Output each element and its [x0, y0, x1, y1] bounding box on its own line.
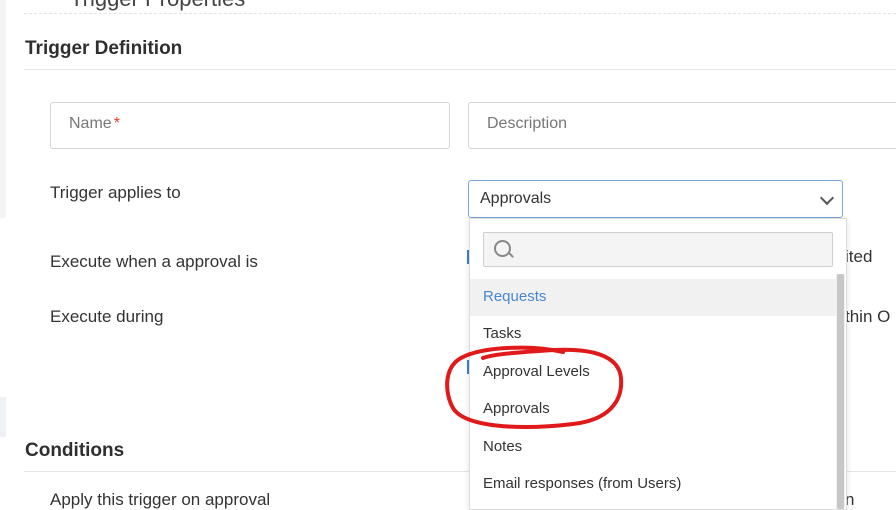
dropdown-scrollbar[interactable]	[836, 274, 845, 509]
left-panel-edge	[0, 0, 6, 218]
scrollbar-thumb[interactable]	[837, 274, 844, 509]
search-icon	[494, 240, 511, 257]
execute-during-label: Execute during	[50, 307, 164, 326]
trigger-applies-to-label: Trigger applies to	[50, 183, 181, 202]
execute-when-option-text: ited	[845, 247, 873, 266]
option-requests[interactable]: Requests	[470, 279, 836, 316]
required-asterisk: *	[113, 115, 120, 132]
chevron-down-icon[interactable]	[819, 190, 835, 206]
option-email-responses[interactable]: Email responses (from Users)	[470, 466, 836, 503]
name-field[interactable]: Name *	[50, 102, 450, 149]
section-title-conditions: Conditions	[25, 440, 125, 461]
apply-trigger-label: Apply this trigger on approval	[50, 490, 271, 509]
name-placeholder: Name *	[69, 115, 120, 132]
execute-when-label: Execute when a approval is	[50, 252, 258, 271]
section-divider	[24, 69, 896, 70]
description-placeholder: Description	[487, 115, 568, 132]
description-field[interactable]: Description	[468, 102, 896, 149]
page-title-partial: Trigger Properties	[70, 0, 245, 12]
trigger-applies-to-select[interactable]: Approvals	[468, 180, 843, 218]
red-circle-annotation	[445, 345, 624, 429]
option-notes[interactable]: Notes	[470, 429, 836, 466]
section-title-trigger-definition: Trigger Definition	[25, 38, 183, 59]
title-divider	[24, 13, 896, 14]
left-panel-edge-lower	[0, 397, 6, 437]
dropdown-search-input[interactable]	[483, 232, 833, 267]
execute-during-option-text: thin O	[845, 307, 891, 326]
select-value: Approvals	[480, 190, 552, 207]
